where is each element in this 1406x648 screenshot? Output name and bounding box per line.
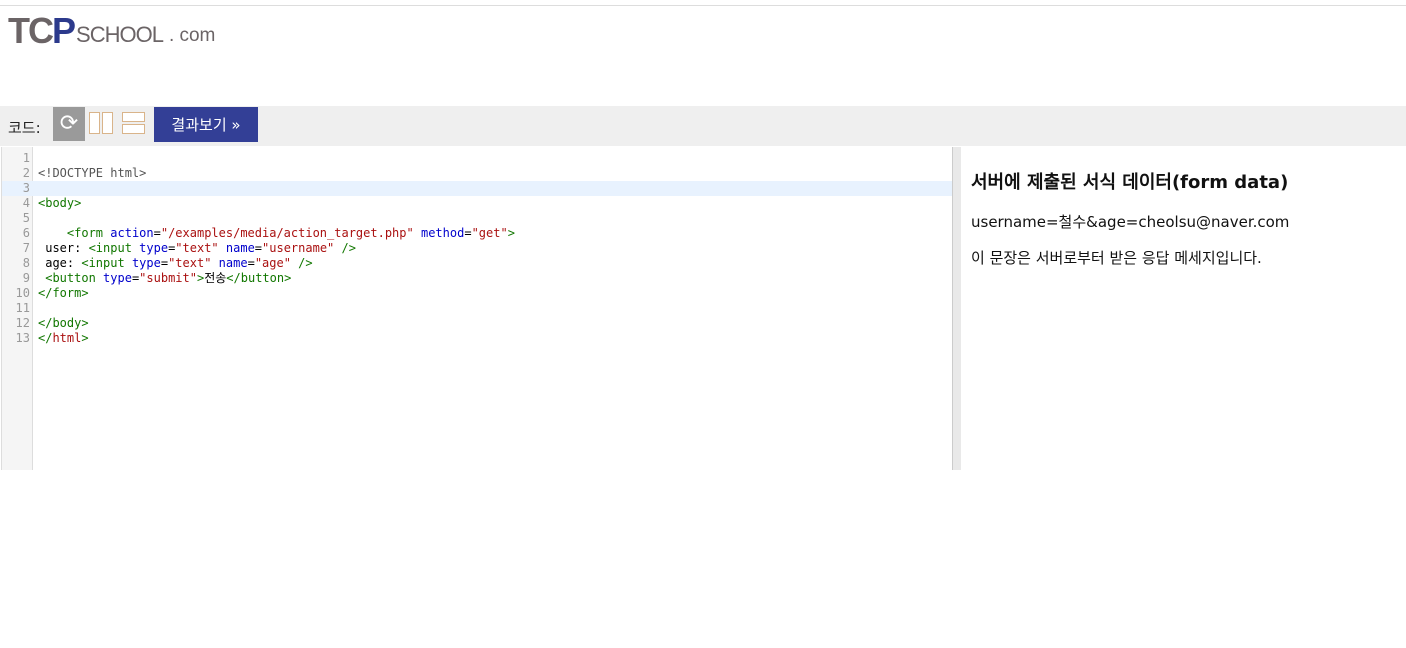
code-token: "username" [262,241,335,255]
code-token: <form [66,226,111,240]
code-line[interactable]: 1 [2,151,953,166]
code-line[interactable]: 8 age: <input type="text" name="age" /> [2,256,953,271]
code-lines[interactable]: 1 2 <!DOCTYPE html> 3 4 <body> 5 6 <form action… [2,151,953,346]
logo-school: SCHOOL [76,22,164,47]
code-toolbar: 코드: ⟳ 결과보기 » [0,106,1406,146]
line-number: 7 [22,241,30,255]
result-heading: 서버에 제출된 서식 데이터(form data) [971,172,1289,193]
code-line[interactable]: 2 <!DOCTYPE html> [2,166,953,181]
code-line[interactable]: 12 </body> [2,316,953,331]
layout-rows-icon[interactable] [122,112,145,134]
code-token: type [103,271,132,285]
code-token: "text" [168,256,212,270]
code-line[interactable]: 7 user: <input type="text" name="usernam… [2,241,953,256]
code-token: type [139,241,169,255]
code-token: = [247,256,255,270]
code-line[interactable]: 3 [2,181,953,196]
code-token: > [507,226,515,240]
refresh-icon[interactable]: ⟳ [53,107,85,141]
code-token: </button> [226,271,292,285]
code-token: <!DOCTYPE html> [38,166,147,180]
code-token: </body> [38,316,89,330]
code-text: age: <input type="text" name="age" /> [38,256,313,271]
code-token: /> [341,241,356,255]
code-token: 전송 [204,271,227,285]
code-token: <input [88,241,140,255]
line-number: 4 [22,196,30,210]
form-data-query: username=철수&age=cheolsu@naver.com [971,213,1290,231]
code-token: = [153,226,161,240]
code-text: </body> [38,316,89,331]
line-number: 8 [22,256,30,270]
code-token: = [254,241,263,255]
code-token: user: [38,241,89,255]
code-line[interactable]: 6 <form action="/examples/media/action_t… [2,226,953,241]
line-number: 12 [15,316,30,330]
logo-com: . com [168,25,216,46]
code-token: <input [81,256,132,270]
code-token: <button [45,271,104,285]
code-text: <body> [38,196,81,211]
code-token: "age" [254,256,291,270]
code-text: user: <input type="text" name="username"… [38,241,356,256]
view-result-button[interactable]: 결과보기 » [154,107,258,142]
logo-p: P [52,10,76,51]
code-token: = [160,256,169,270]
code-token: </ [38,331,53,345]
code-token: /> [298,256,313,270]
code-token: name [218,256,248,270]
code-line[interactable]: 4 <body> [2,196,953,211]
code-token: "text" [175,241,219,255]
code-token: </form> [38,286,89,300]
server-message: 이 문장은 서버로부터 받은 응답 메세지입니다. [971,249,1262,267]
code-line[interactable]: 10 </form> [2,286,953,301]
code-text: <form action="/examples/media/action_tar… [38,226,515,241]
code-text: </form> [38,286,89,301]
code-line[interactable]: 11 [2,301,953,316]
code-text: <button type="submit">전송</button> [38,271,291,286]
result-panel: 서버에 제출된 서식 데이터(form data) username=철수&ag… [961,147,1406,470]
code-token: method [420,226,465,240]
code-line[interactable]: 9 <button type="submit">전송</button> [2,271,953,286]
code-token: "get" [471,226,508,240]
code-token: name [225,241,255,255]
code-token: > [81,331,89,345]
code-label: 코드: [8,119,41,137]
line-number: 1 [22,151,30,165]
code-token: action [110,226,154,240]
line-number: 9 [22,271,30,285]
code-line[interactable]: 5 [2,211,953,226]
code-text: </html> [38,331,89,346]
code-token: = [464,226,472,240]
code-text: <!DOCTYPE html> [38,166,146,181]
code-token: "/examples/media/action_target.php" [160,226,414,240]
tcpschool-logo[interactable]: TC P SCHOOL . com [8,10,216,51]
line-number: 2 [22,166,30,180]
code-token: <body> [38,196,82,210]
logo-tc: TC [8,10,54,51]
line-number: 3 [22,181,30,195]
line-number: 5 [22,211,30,225]
line-number: 6 [22,226,30,240]
code-token: age: [38,256,82,270]
top-divider [0,5,1406,6]
line-number: 11 [15,301,30,315]
layout-columns-icon[interactable] [89,112,113,134]
line-number: 10 [15,286,30,300]
code-editor[interactable]: 1 2 <!DOCTYPE html> 3 4 <body> 5 6 <form action… [1,147,953,470]
code-token: type [131,256,161,270]
code-token: "submit" [139,271,197,285]
code-line[interactable]: 13 </html> [2,331,953,346]
code-token: html [52,331,82,345]
line-number: 13 [15,331,30,345]
